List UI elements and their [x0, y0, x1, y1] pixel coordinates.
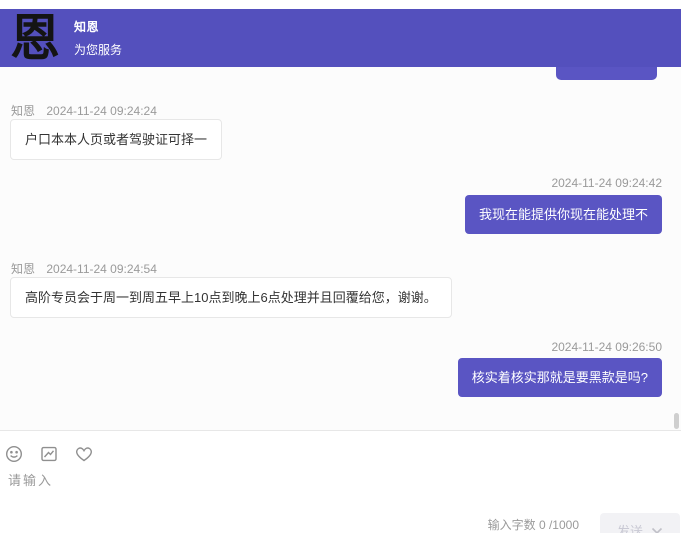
sender-name: 知恩 [11, 104, 35, 118]
composer-toolbar [4, 444, 94, 464]
agent-name: 知恩 [74, 18, 122, 35]
message-meta: 知恩 2024-11-24 09:24:54 [11, 260, 157, 277]
clipped-outgoing-bubble [556, 67, 657, 80]
sender-name: 知恩 [11, 262, 35, 276]
incoming-message-bubble: 户口本本人页或者驾驶证可择一 [10, 119, 222, 160]
char-counter: 输入字数 0 /1000 [488, 516, 579, 533]
header-titles: 知恩 为您服务 [74, 18, 122, 58]
send-button[interactable]: 发送 [600, 513, 680, 533]
message-meta: 知恩 2024-11-24 09:24:24 [11, 102, 157, 119]
incoming-message-bubble: 高阶专员会于周一到周五早上10点到晚上6点处理并且回覆给您，谢谢。 [10, 277, 452, 318]
favorite-heart-icon[interactable] [74, 444, 94, 464]
chevron-down-icon[interactable] [651, 523, 663, 533]
outgoing-message-bubble: 核实着核实那就是要黑款是吗? [458, 358, 662, 397]
outgoing-message-bubble: 我现在能提供你现在能处理不 [465, 195, 662, 234]
message-timestamp: 2024-11-24 09:26:50 [551, 340, 662, 354]
chat-header: 恩 知恩 为您服务 [0, 9, 681, 67]
top-margin [0, 0, 681, 9]
message-input[interactable]: 请输入 [8, 470, 508, 490]
chat-scrollbar-thumb[interactable] [674, 413, 679, 429]
composer-panel: 请输入 输入字数 0 /1000 发送 [0, 430, 681, 533]
message-list: 知恩 2024-11-24 09:24:24 户口本本人页或者驾驶证可择一 20… [0, 67, 681, 430]
char-count: 0 [539, 518, 546, 532]
image-icon[interactable] [39, 444, 59, 464]
message-timestamp: 2024-11-24 09:24:24 [46, 104, 157, 118]
message-timestamp: 2024-11-24 09:24:54 [46, 262, 157, 276]
char-limit: /1000 [549, 518, 579, 532]
char-counter-label: 输入字数 [488, 518, 536, 532]
brand-logo: 恩 [10, 13, 60, 63]
send-button-label: 发送 [617, 521, 643, 533]
message-timestamp: 2024-11-24 09:24:42 [551, 176, 662, 190]
chat-window: 恩 知恩 为您服务 知恩 2024-11-24 09:24:24 户口本本人页或… [0, 0, 681, 533]
emoji-icon[interactable] [4, 444, 24, 464]
agent-tagline: 为您服务 [74, 41, 122, 58]
